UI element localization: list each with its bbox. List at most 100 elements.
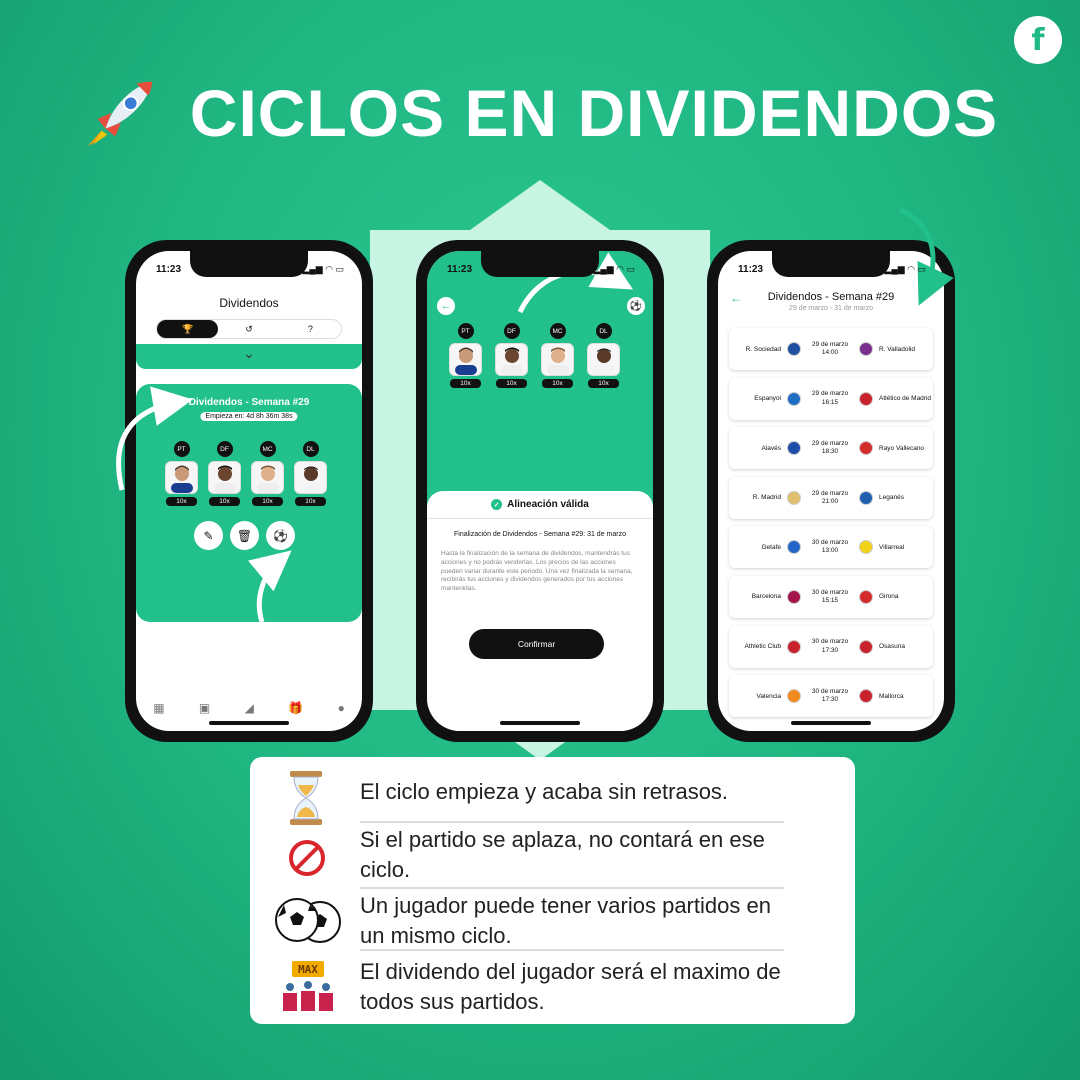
- player-slot[interactable]: MC 10x: [251, 441, 284, 506]
- multiplier-badge: 10x: [496, 379, 527, 388]
- sheet-description: Hasta la finalización de la semana de di…: [441, 550, 633, 593]
- match-date: 30 de marzo: [811, 539, 849, 547]
- home-crest-icon: [787, 391, 801, 406]
- soccer-ball-icon: ⚽: [629, 300, 643, 312]
- match-row[interactable]: R. Madrid 29 de marzo 21:00 Leganés: [729, 476, 933, 519]
- home-crest-icon: [787, 639, 801, 654]
- player-slot[interactable]: DL 10x: [294, 441, 327, 506]
- bottom-nav: ▦ ▣ ◢ 🎁 ●: [136, 701, 362, 715]
- away-crest-icon: [859, 342, 873, 356]
- home-team: Athletic Club: [744, 643, 782, 651]
- gift-icon[interactable]: 🎁: [288, 701, 303, 715]
- multiplier-badge: 10x: [166, 497, 197, 506]
- match-date: 30 de marzo: [811, 588, 849, 596]
- trash-icon: 🗑: [236, 528, 253, 543]
- match-date: 29 de marzo: [811, 489, 849, 497]
- player-photo: [587, 343, 620, 376]
- home-team: Espanyol: [754, 395, 781, 403]
- away-crest-icon: [859, 540, 873, 555]
- tab-help[interactable]: ?: [280, 320, 341, 338]
- match-time: 30 de marzo 15:15: [807, 589, 853, 605]
- phone-lineup-confirm: 11:23 ▂▄▆ ◠ ▭ ← ⚽ PT 10x DF 10x MC 10x D…: [416, 240, 664, 742]
- tab-trophy[interactable]: 🏆: [157, 320, 219, 338]
- position-badge: PT: [173, 441, 190, 457]
- away-team: Villarreal: [879, 543, 905, 551]
- max-podium-icon: MAX: [283, 961, 333, 1011]
- player-slot[interactable]: DL 10x: [587, 323, 620, 388]
- check-icon: ✓: [491, 499, 503, 510]
- player-slot[interactable]: DF 10x: [495, 323, 528, 388]
- confirm-button[interactable]: Confirmar: [469, 629, 604, 659]
- lineup-ball-button[interactable]: ⚽: [266, 521, 295, 550]
- away-team: Girona: [879, 593, 899, 601]
- away-team: Rayo Vallecano: [879, 444, 925, 452]
- countdown-badge: Empieza en: 4d 8h 36m 38s: [200, 412, 298, 421]
- match-date: 29 de marzo: [811, 390, 849, 398]
- match-row[interactable]: Barcelona 30 de marzo 15:15 Girona: [729, 575, 933, 618]
- away-team: Osasuna: [879, 643, 906, 651]
- match-time: 30 de marzo 17:30: [807, 638, 853, 654]
- chevron-down-icon[interactable]: ⌄: [243, 345, 255, 362]
- match-row[interactable]: Valencia 30 de marzo 17:30 Mallorca: [729, 675, 933, 718]
- match-row[interactable]: Athletic Club 30 de marzo 17:30 Osasuna: [729, 625, 933, 668]
- max-label: MAX: [298, 963, 318, 976]
- home-team: Barcelona: [751, 593, 781, 601]
- position-badge: DF: [216, 441, 233, 457]
- history-icon: ↺: [245, 323, 253, 334]
- soccer-balls-icon: [275, 898, 341, 943]
- status-icons: ▂▄▆ ◠ ▭: [884, 264, 926, 274]
- multiplier-badge: 10x: [295, 497, 326, 506]
- dividend-week-card: Dividendos - Semana #29 Empieza en: 4d 8…: [136, 384, 362, 622]
- match-row[interactable]: Espanyol 29 de marzo 16:15 Atlético de Madr…: [729, 377, 933, 420]
- lineup: PT 10x DF 10x MC 10x DL 10x: [449, 323, 620, 388]
- home-crest-icon: [787, 689, 801, 704]
- home-team: Alavés: [761, 444, 781, 452]
- match-hour: 13:00: [821, 547, 839, 555]
- match-time: 29 de marzo 18:30: [807, 440, 853, 456]
- position-badge: DL: [595, 323, 612, 339]
- position-badge: MC: [259, 441, 276, 457]
- chart-icon[interactable]: ◢: [245, 701, 254, 715]
- match-row[interactable]: R. Sociedad 29 de marzo 14:00 R. Valladolid: [729, 328, 933, 370]
- match-row[interactable]: Alavés 29 de marzo 18:30 Rayo Vallecano: [729, 427, 933, 470]
- tab-history[interactable]: ↺: [218, 320, 279, 338]
- rocket-icon: [87, 81, 152, 147]
- position-badge: PT: [457, 323, 474, 339]
- status-time: 11:23: [447, 264, 473, 275]
- player-slot[interactable]: PT 10x: [449, 323, 482, 388]
- home-team: Valencia: [756, 692, 781, 700]
- card-actions: ✎ 🗑 ⚽: [194, 521, 295, 550]
- player-slot[interactable]: MC 10x: [541, 323, 574, 388]
- card-title: Dividendos - Semana #29: [188, 397, 310, 408]
- ball-button[interactable]: ⚽: [627, 297, 645, 315]
- edit-button[interactable]: ✎: [194, 521, 223, 550]
- sheet-title: Alineación válida: [507, 499, 589, 510]
- match-time: 29 de marzo 16:15: [807, 390, 853, 406]
- player-photo: [449, 343, 482, 376]
- multiplier-badge: 10x: [450, 379, 481, 388]
- phone-match-schedule: 11:23 ▂▄▆ ◠ ▭ ← Dividendos - Semana #29 …: [707, 240, 955, 742]
- match-hour: 15:15: [821, 596, 839, 604]
- player-slot[interactable]: DF 10x: [208, 441, 241, 506]
- match-row[interactable]: Getafe 30 de marzo 13:00 Villarreal: [729, 526, 933, 569]
- multiplier-badge: 10x: [542, 379, 573, 388]
- status-icons: ▂▄▆ ◠ ▭: [593, 264, 635, 274]
- dashboard-icon[interactable]: ▦: [153, 701, 164, 715]
- back-button[interactable]: ←: [437, 297, 455, 315]
- confirmation-sheet: ✓ Alineación válida Finalización de Divi…: [427, 491, 653, 731]
- home-team: R. Madrid: [752, 494, 781, 502]
- home-crest-icon: [787, 490, 801, 505]
- match-date: 29 de marzo: [811, 440, 849, 448]
- away-crest-icon: [859, 490, 873, 505]
- delete-button[interactable]: 🗑: [230, 521, 259, 550]
- rule-text: El ciclo empieza y acaba sin retrasos.: [360, 779, 729, 804]
- prohibited-icon: [289, 840, 325, 876]
- match-time: 30 de marzo 17:30: [807, 688, 853, 704]
- match-list: R. Sociedad 29 de marzo 14:00 R. Valladolid…: [729, 328, 933, 725]
- profile-icon[interactable]: ●: [338, 701, 345, 715]
- away-team: Leganés: [879, 494, 904, 502]
- wallet-icon[interactable]: ▣: [199, 701, 210, 715]
- player-slot[interactable]: PT 10x: [165, 441, 198, 506]
- status-time: 11:23: [738, 264, 764, 275]
- player-photo: [251, 461, 284, 494]
